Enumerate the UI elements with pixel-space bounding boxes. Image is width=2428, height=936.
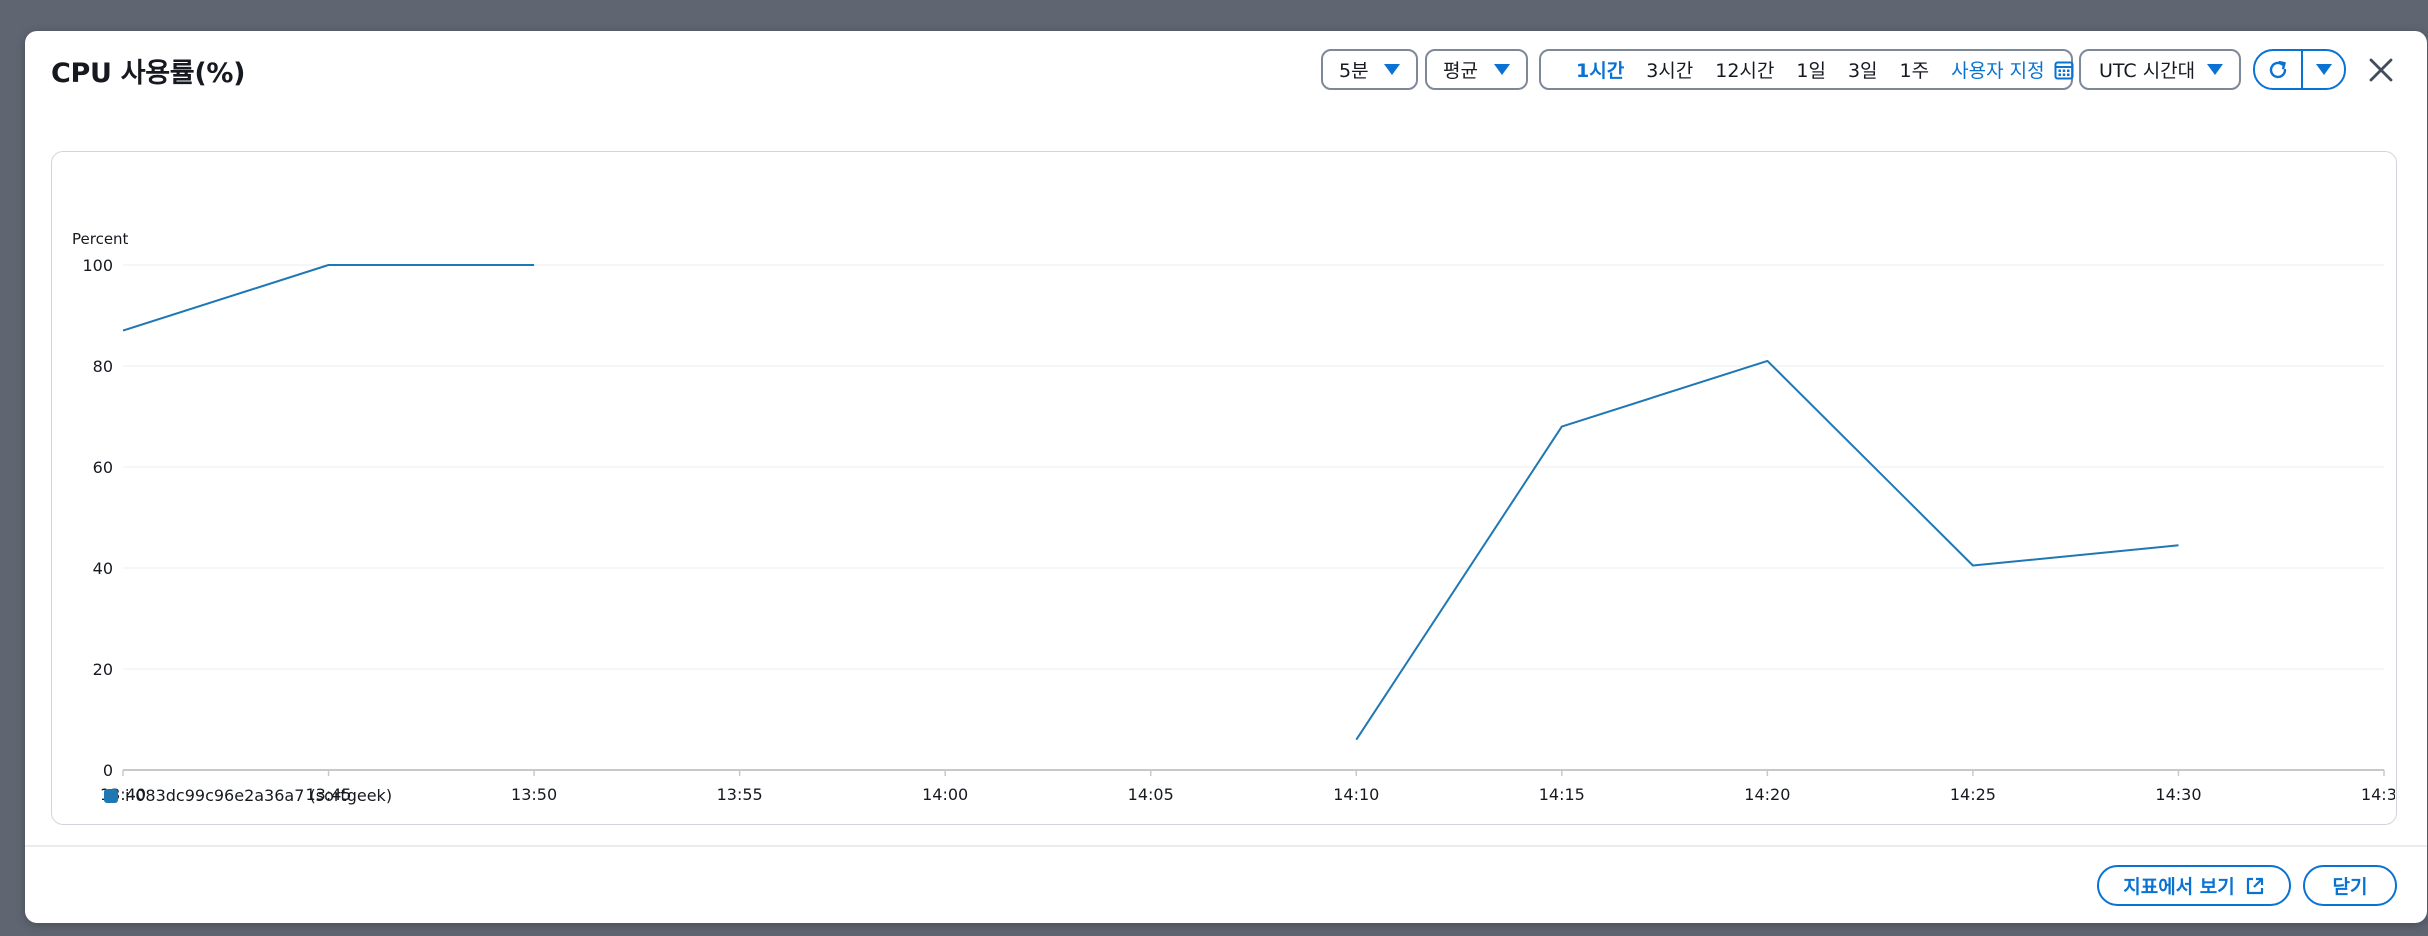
y-tick-label: 60 xyxy=(93,458,113,477)
caret-down-icon xyxy=(2315,64,2332,75)
x-tick-label: 14:25 xyxy=(1950,785,1996,804)
custom-range-label: 사용자 지정 xyxy=(1951,60,2045,82)
chart-legend: i-083dc99c96e2a36a7 (sortgeek) xyxy=(104,786,392,805)
refresh-icon xyxy=(2269,60,2287,78)
y-tick-label: 100 xyxy=(82,256,113,275)
time-range-3d[interactable]: 3일 xyxy=(1837,56,1889,83)
time-range-1w[interactable]: 1주 xyxy=(1889,56,1941,83)
time-range-12h[interactable]: 12시간 xyxy=(1704,56,1785,83)
x-tick-label: 14:05 xyxy=(1128,785,1174,804)
chart-container: Percent 0 20 40 60 80 100 13:40 13:45 13:50 13:55 1… xyxy=(51,151,2397,825)
time-range-3h[interactable]: 3시간 xyxy=(1635,56,1704,83)
x-tick-label: 14:10 xyxy=(1333,785,1379,804)
cpu-line-chart: Percent02040608010013:40 13:45 13:50 13:55 1… xyxy=(72,230,2395,804)
time-range-1h[interactable]: 1시간 xyxy=(1565,56,1635,83)
y-axis-label: Percent xyxy=(72,230,129,248)
legend-label: i-083dc99c96e2a36a7 (sortgeek) xyxy=(125,786,393,805)
modal-title: CPU 사용률(%) xyxy=(51,58,246,89)
x-tick-label: 13:50 xyxy=(511,785,557,804)
y-tick-label: 0 xyxy=(103,761,113,780)
x-tick-label: 14:20 xyxy=(1744,785,1790,804)
x-tick-label: 14:00 xyxy=(922,785,968,804)
legend-swatch xyxy=(104,788,118,803)
statistic-dropdown[interactable]: 평균 xyxy=(1425,49,1528,90)
refresh-options-button[interactable] xyxy=(2303,51,2344,88)
time-range-1d[interactable]: 1일 xyxy=(1785,56,1837,83)
refresh-split-button xyxy=(2253,49,2346,90)
period-dropdown[interactable]: 5분 xyxy=(1321,49,1418,90)
time-range-custom[interactable]: 사용자 지정 xyxy=(1940,56,2074,83)
y-tick-label: 20 xyxy=(93,660,113,679)
x-tick-label: 14:30 xyxy=(2155,785,2201,804)
y-tick-label: 80 xyxy=(93,357,113,376)
x-tick-label: 14:15 xyxy=(1539,785,1585,804)
view-in-metrics-button[interactable]: 지표에서 보기 xyxy=(2097,865,2291,906)
series-line xyxy=(122,264,535,332)
calendar-icon xyxy=(2054,61,2074,79)
statistic-value: 평균 xyxy=(1443,60,1478,82)
period-value: 5분 xyxy=(1339,60,1369,82)
caret-down-icon xyxy=(2207,64,2223,75)
close-button[interactable]: 닫기 xyxy=(2303,865,2397,906)
y-tick-label: 40 xyxy=(93,559,113,578)
cpu-utilization-modal: CPU 사용률(%) 5분 평균 1시간 3시간 12시간 1일 3일 1주 사… xyxy=(25,31,2427,923)
close-icon[interactable] xyxy=(2366,55,2396,85)
view-in-metrics-label: 지표에서 보기 xyxy=(2123,876,2235,898)
timezone-dropdown[interactable]: UTC 시간대 xyxy=(2079,49,2241,90)
close-button-label: 닫기 xyxy=(2332,876,2368,898)
timezone-value: UTC 시간대 xyxy=(2099,60,2196,82)
x-tick-label: 13:55 xyxy=(717,785,763,804)
external-link-icon xyxy=(2246,877,2263,894)
caret-down-icon xyxy=(1384,64,1400,75)
caret-down-icon xyxy=(1494,64,1510,75)
x-tick-label: 14:35 xyxy=(2361,785,2395,804)
refresh-button[interactable] xyxy=(2255,51,2303,88)
footer-divider xyxy=(25,845,2427,847)
time-range-selector[interactable]: 1시간 3시간 12시간 1일 3일 1주 사용자 지정 xyxy=(1539,49,2074,90)
series-line xyxy=(1355,359,2179,741)
